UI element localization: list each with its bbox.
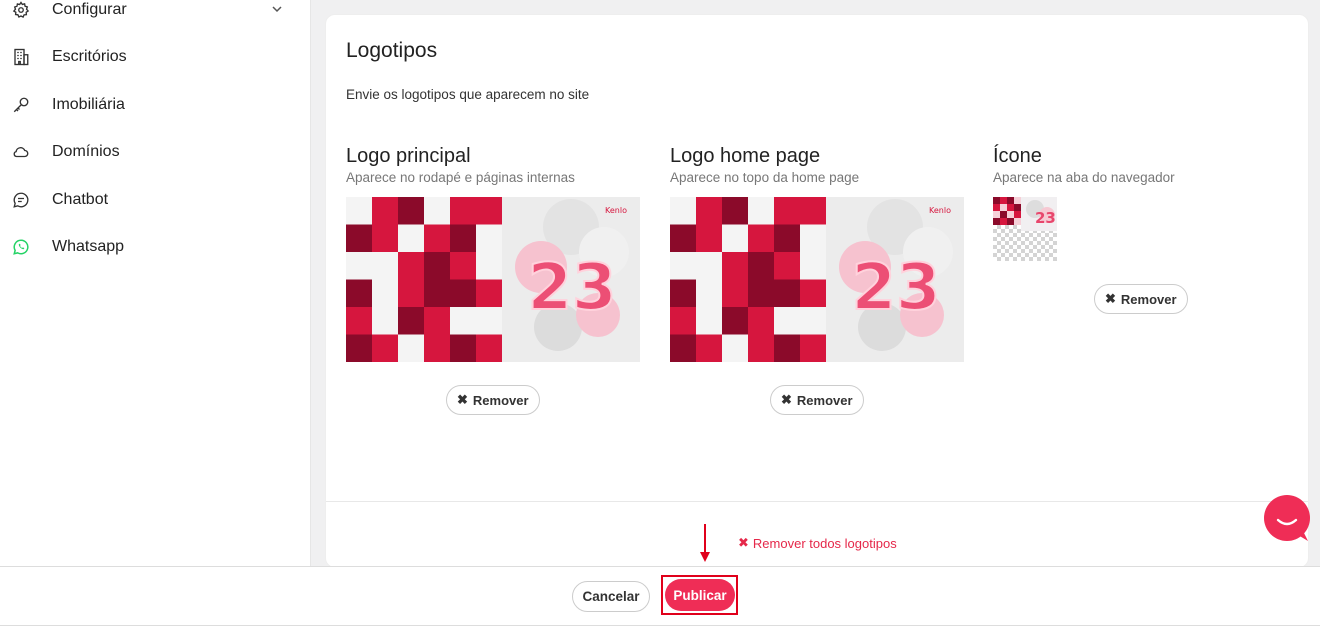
- divider: [326, 501, 1308, 502]
- annotation-arrow: [700, 524, 710, 562]
- publish-button[interactable]: Publicar: [665, 579, 735, 611]
- card-description: Envie os logotipos que aparecem no site: [346, 87, 590, 102]
- logo-home-section: Logo home page Aparece no topo da home p…: [670, 145, 964, 362]
- chevron-down-icon: [271, 2, 283, 20]
- logo-home-image: 23 Kenlo: [670, 197, 964, 362]
- remove-all-label: Remover todos logotipos: [752, 535, 897, 551]
- remove-label: Remover: [1120, 291, 1177, 307]
- logo-title: Logo home page: [670, 145, 821, 167]
- sidebar-item-escritorios[interactable]: Escritórios: [12, 42, 297, 72]
- sidebar-item-label: Chatbot: [52, 191, 109, 208]
- sidebar-item-label: Imobiliária: [52, 96, 125, 113]
- sidebar-item-chatbot[interactable]: Chatbot: [12, 185, 297, 215]
- sidebar-item-configurar[interactable]: Configurar: [12, 0, 297, 25]
- sidebar-item-label: Domínios: [52, 143, 120, 160]
- logo-title: Logo principal: [346, 145, 471, 167]
- close-icon: ✖: [1105, 291, 1116, 306]
- sidebar-item-imobiliaria[interactable]: Imobiliária: [12, 90, 297, 120]
- footer-bar: Cancelar Publicar: [0, 566, 1320, 626]
- banner-number: 23: [527, 251, 616, 325]
- close-icon: ✖: [457, 392, 468, 407]
- logo-subtitle: Aparece no topo da home page: [670, 170, 860, 185]
- logo-subtitle: Aparece no rodapé e páginas internas: [346, 170, 575, 185]
- logos-card: Logotipos Envie os logotipos que aparece…: [325, 14, 1309, 568]
- chat-smile-icon: [1276, 518, 1308, 541]
- sidebar-item-label: Escritórios: [52, 48, 127, 65]
- key-icon: [12, 96, 30, 114]
- close-icon: ✖: [781, 392, 792, 407]
- cancel-button[interactable]: Cancelar: [572, 581, 650, 612]
- remove-icone-button[interactable]: ✖ Remover: [1094, 284, 1188, 314]
- icone-section: Ícone Aparece na aba do navegador 23: [993, 145, 1175, 261]
- icone-image: 23: [993, 197, 1057, 261]
- sidebar: Configurar Escritórios Imobiliária Domín…: [0, 0, 311, 566]
- logo-title: Ícone: [993, 145, 1042, 167]
- banner-brand: Kenlo: [929, 206, 951, 215]
- card-title: Logotipos: [346, 39, 438, 62]
- remove-logo-home-button[interactable]: ✖ Remover: [770, 385, 864, 415]
- remove-logo-principal-button[interactable]: ✖ Remover: [446, 385, 540, 415]
- gear-icon: [12, 1, 30, 19]
- logo-principal-image: 23 Kenlo: [346, 197, 640, 362]
- sidebar-item-label: Configurar: [52, 1, 127, 18]
- logo-principal-section: Logo principal Aparece no rodapé e págin…: [346, 145, 640, 362]
- whatsapp-icon: [12, 238, 30, 256]
- remove-label: Remover: [796, 392, 853, 408]
- building-icon: [12, 48, 30, 66]
- sidebar-item-whatsapp[interactable]: Whatsapp: [12, 232, 297, 262]
- chat-icon: [12, 191, 30, 209]
- sidebar-item-label: Whatsapp: [52, 238, 125, 255]
- sidebar-item-dominios[interactable]: Domínios: [12, 137, 297, 167]
- cloud-icon: [12, 143, 30, 161]
- chat-widget-button[interactable]: [1264, 495, 1310, 541]
- remove-label: Remover: [472, 392, 529, 408]
- remove-all-logos-link[interactable]: ✖ Remover todos logotipos: [738, 535, 897, 551]
- logo-subtitle: Aparece na aba do navegador: [993, 170, 1175, 185]
- banner-brand: Kenlo: [605, 206, 627, 215]
- close-icon: ✖: [738, 535, 749, 550]
- icon-number: 23: [1035, 209, 1056, 227]
- banner-number: 23: [851, 251, 940, 325]
